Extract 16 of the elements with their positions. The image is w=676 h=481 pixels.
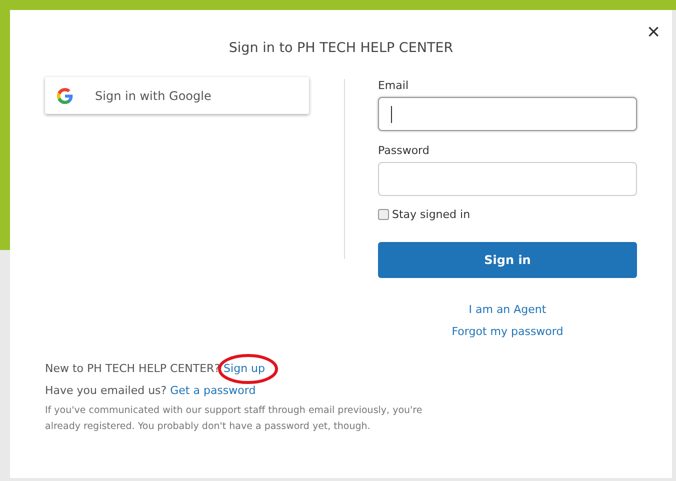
link[interactable]: Forgot my password [452,325,564,338]
sign-in-button[interactable]: Sign in [378,242,637,278]
info-note: If you've communicated with our support staff through email previously, you're already registered. You probably don't have a password yet, though. [45,404,424,434]
close-button[interactable]: × [643,20,664,44]
checkbox[interactable] [378,209,389,220]
g-logo-icon [57,88,73,104]
field-label: Email [378,79,410,92]
get-password-link[interactable]: Get a password [170,384,256,397]
link[interactable]: I am an Agent [468,303,546,316]
google-sign-in-button[interactable]: Sign in with Google [45,77,309,114]
input-field[interactable] [378,162,637,196]
input-field[interactable] [378,97,637,131]
emailed-prompt: Have you emailed us? [45,384,167,397]
dialog-title: Sign in to PH TECH HELP CENTER [228,40,454,56]
checkbox-label: Stay signed in [392,208,470,221]
field-label: Password [378,144,430,157]
